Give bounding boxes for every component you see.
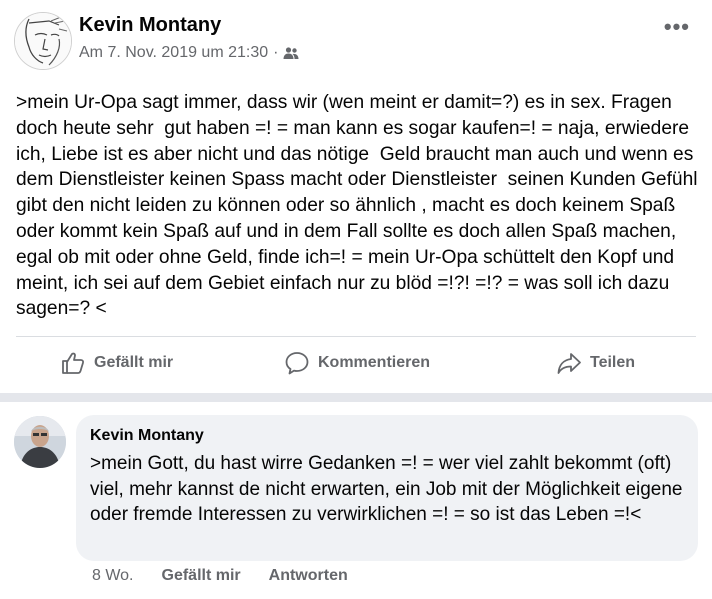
post-body-text: >mein Ur-Opa sagt immer, dass wir (wen m… xyxy=(16,92,703,320)
share-icon xyxy=(557,353,581,374)
comment-text: >mein Gott, du hast wirre Gedanken =! = … xyxy=(90,453,688,525)
post-action-bar: Gefällt mir Kommentieren Teilen xyxy=(0,338,712,392)
actions-divider xyxy=(16,336,696,337)
comment-author-name[interactable]: Kevin Montany xyxy=(90,427,204,445)
friends-icon[interactable] xyxy=(283,46,299,60)
like-button-label: Gefällt mir xyxy=(94,354,174,371)
comment-button-label: Kommentieren xyxy=(318,354,431,371)
meta-separator: · xyxy=(273,44,279,61)
post-timestamp[interactable]: Am 7. Nov. 2019 um 21:30 xyxy=(79,44,268,62)
person-photo-icon xyxy=(14,416,66,468)
comment-actions: 8 Wo. Gefällt mir Antworten xyxy=(92,567,348,585)
comment-author-avatar[interactable] xyxy=(14,416,66,468)
comment-button[interactable]: Kommentieren xyxy=(284,350,430,376)
comment-reply-link[interactable]: Antworten xyxy=(269,567,348,585)
comment-icon xyxy=(285,352,309,375)
more-options-icon[interactable]: ••• xyxy=(664,14,690,40)
share-button-label: Teilen xyxy=(590,354,636,371)
post-author-name[interactable]: Kevin Montany xyxy=(79,14,221,37)
comment-bubble: Kevin Montany >mein Gott, du hast wirre … xyxy=(76,415,698,561)
sketch-portrait-icon xyxy=(15,13,71,69)
comment-age[interactable]: 8 Wo. xyxy=(92,567,134,585)
post-meta: Am 7. Nov. 2019 um 21:30 · xyxy=(79,44,299,62)
comment-like-link[interactable]: Gefällt mir xyxy=(162,567,241,585)
like-button[interactable]: Gefällt mir xyxy=(60,350,173,376)
thumbs-up-icon xyxy=(62,352,85,374)
section-separator xyxy=(0,393,712,402)
post-header: Kevin Montany Am 7. Nov. 2019 um 21:30 ·… xyxy=(0,0,712,80)
share-button[interactable]: Teilen xyxy=(556,350,635,376)
author-avatar[interactable] xyxy=(14,12,72,70)
